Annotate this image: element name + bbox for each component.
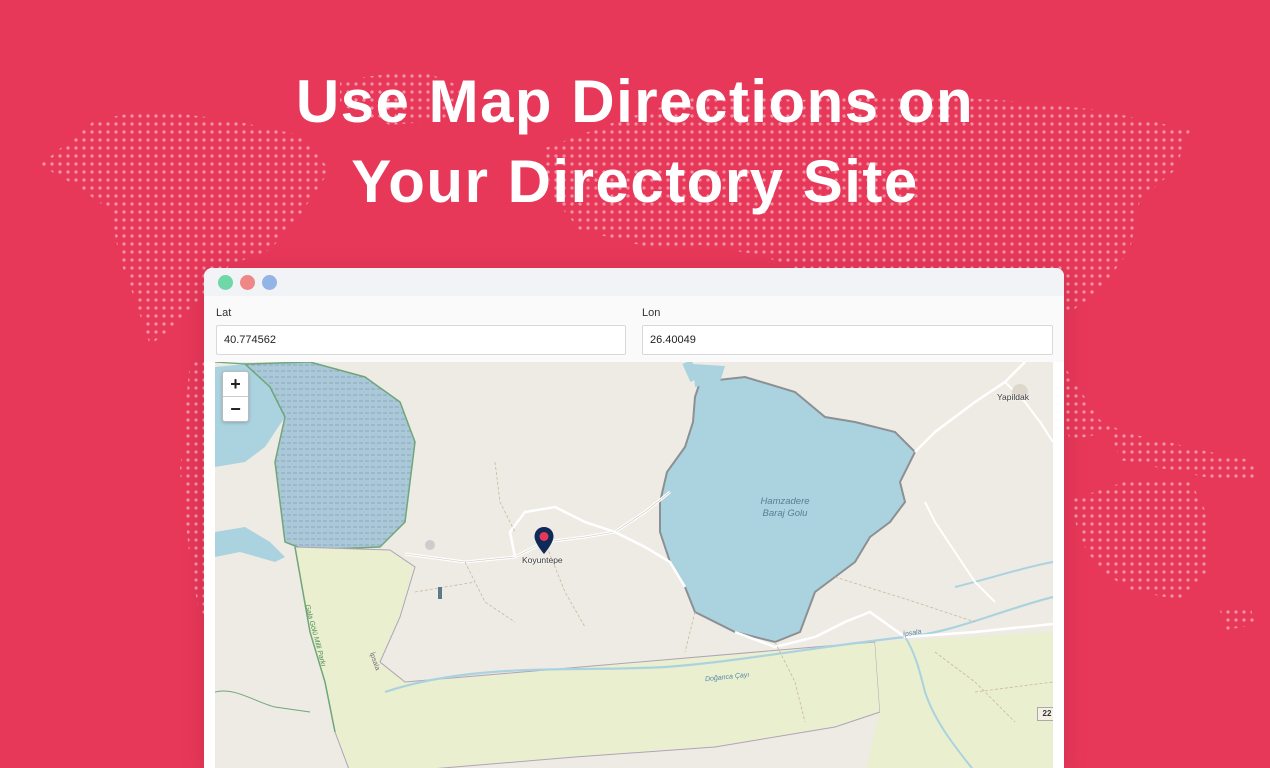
marker-label: Koyuntepe <box>522 555 563 565</box>
lon-field-group: Lon <box>642 296 1053 355</box>
lake-label: Hamzadere Baraj Golu <box>745 496 825 520</box>
route-shield: 22 <box>1037 707 1053 721</box>
map-tiles[interactable] <box>215 362 1053 768</box>
lon-input[interactable] <box>642 325 1053 355</box>
headline-line-1: Use Map Directions on <box>295 68 975 135</box>
lake-label-line-1: Hamzadere <box>760 496 810 507</box>
window-control-green-dot[interactable] <box>218 274 233 290</box>
zoom-control: + − <box>222 371 249 422</box>
zoom-in-button[interactable]: + <box>223 372 248 396</box>
zoom-out-button[interactable]: − <box>223 396 248 421</box>
lat-field-group: Lat <box>216 296 626 355</box>
window-control-blue-dot[interactable] <box>262 274 277 290</box>
map-pin-icon[interactable] <box>533 526 555 556</box>
lon-label: Lon <box>642 307 661 319</box>
window-control-red-dot[interactable] <box>240 274 255 290</box>
coordinate-fields: Lat Lon <box>204 296 1064 362</box>
page-headline: Use Map Directions on Your Directory Sit… <box>0 62 1270 222</box>
lat-input[interactable] <box>216 325 626 355</box>
lake-label-line-2: Baraj Golu <box>762 508 808 519</box>
lat-label: Lat <box>216 307 232 319</box>
village-label: Yapildak <box>997 392 1029 402</box>
map-view[interactable]: + − Koyuntepe Yapildak Hamzadere Baraj G… <box>215 362 1053 768</box>
browser-window: Lat Lon <box>204 268 1064 768</box>
headline-line-2: Your Directory Site <box>351 148 919 215</box>
window-titlebar <box>204 268 1064 296</box>
